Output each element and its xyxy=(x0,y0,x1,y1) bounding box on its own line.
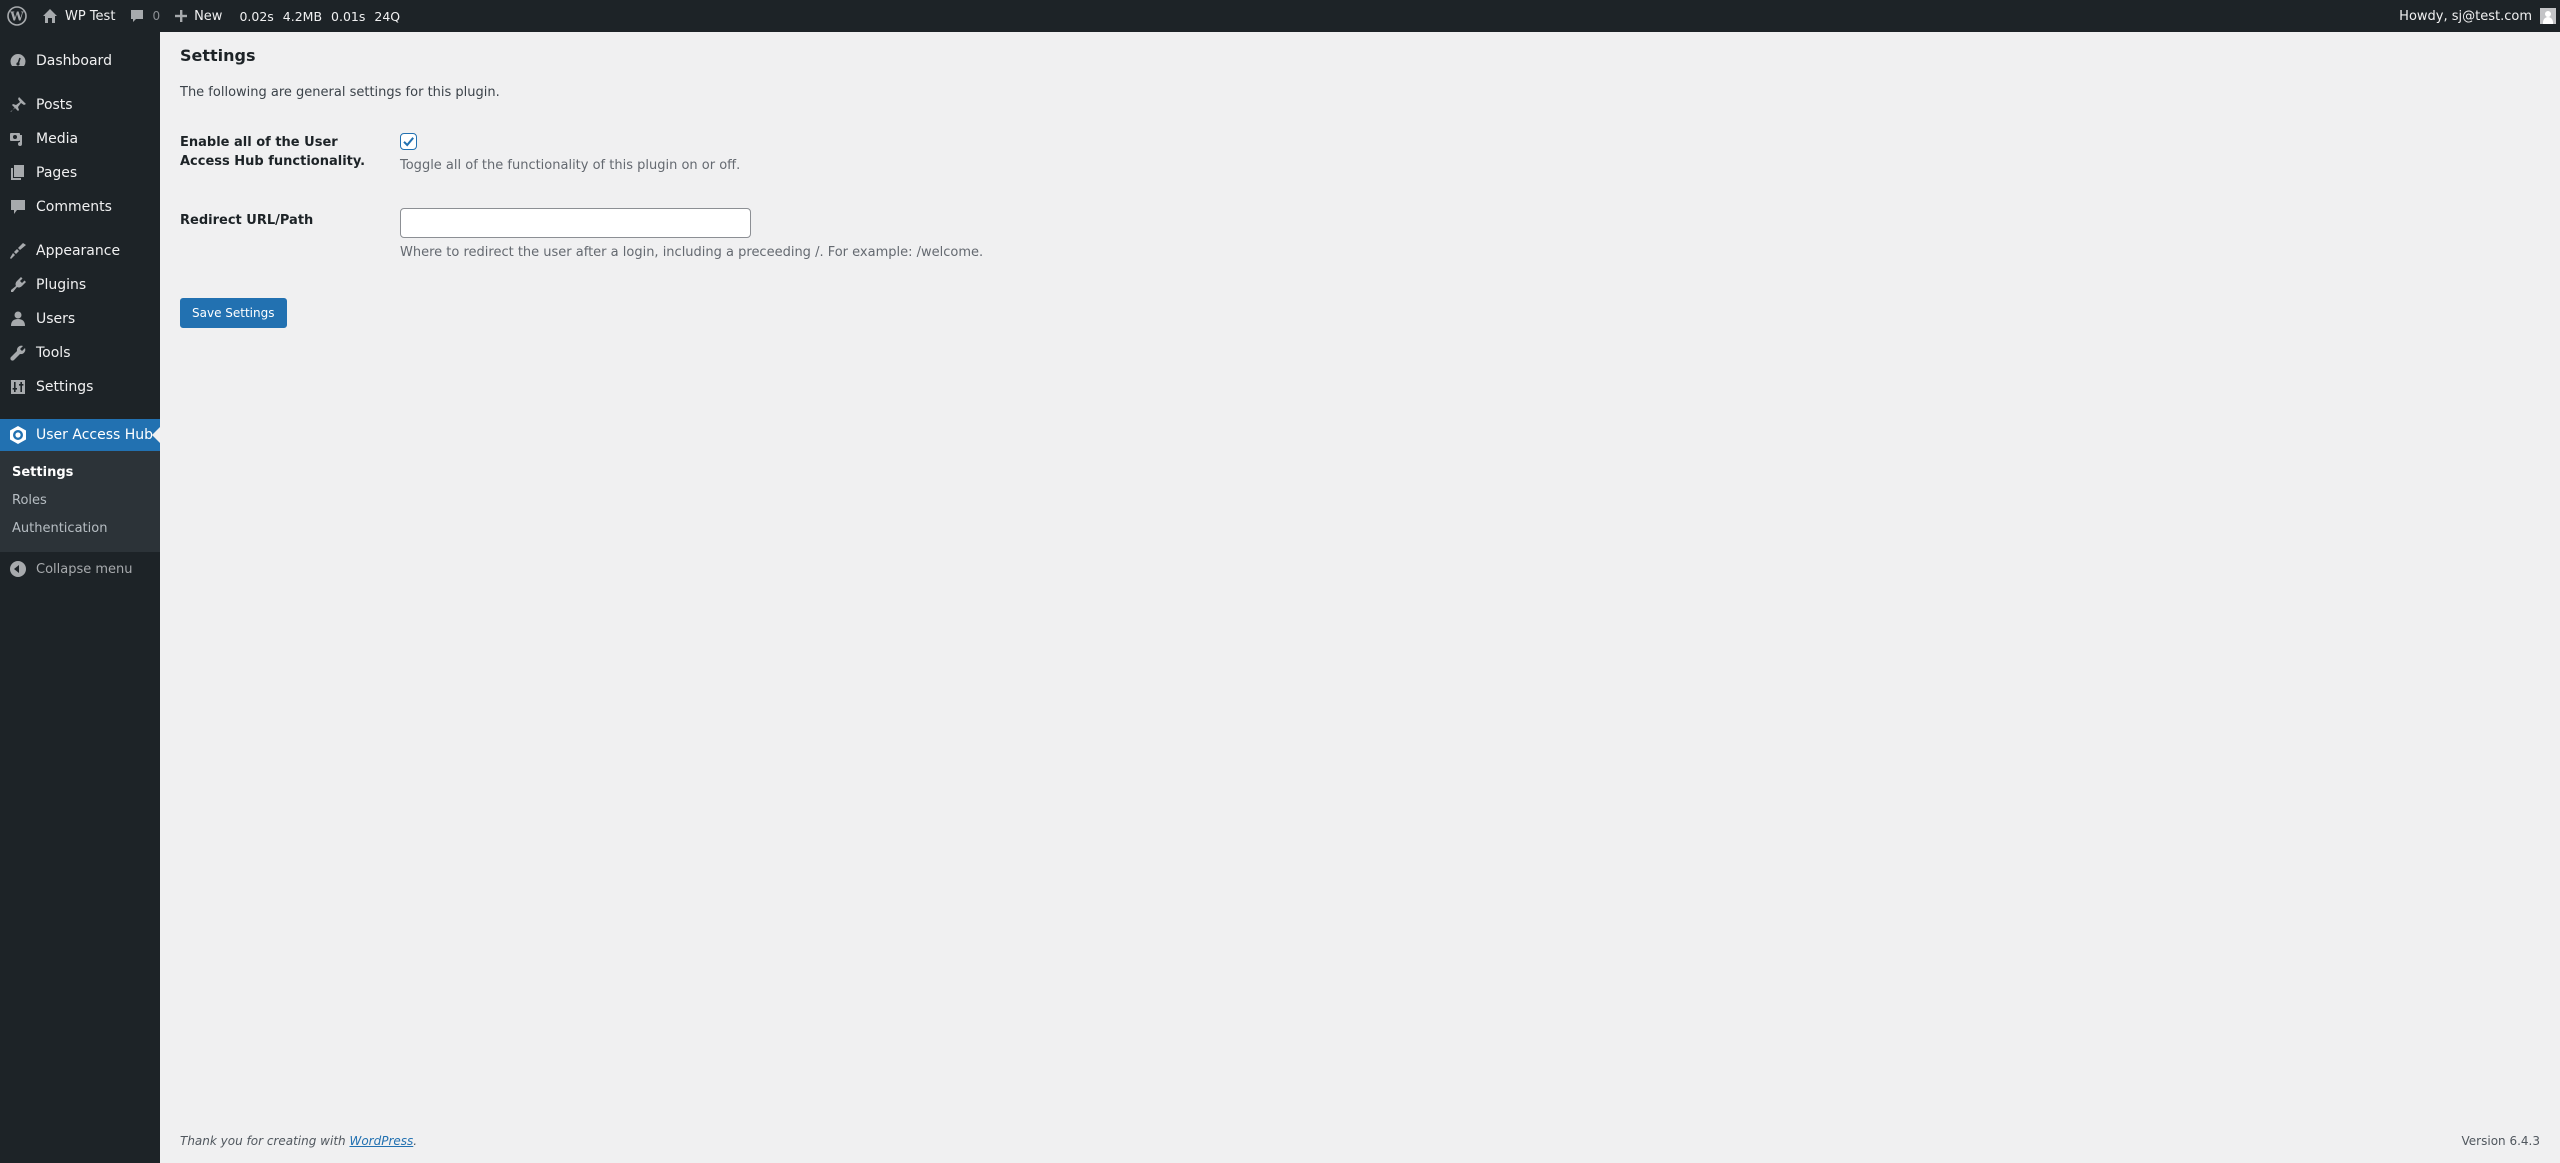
redirect-url-input[interactable] xyxy=(400,208,751,238)
sidebar-label: Posts xyxy=(36,97,73,113)
user-icon xyxy=(0,310,36,328)
wordpress-logo-menu[interactable]: W xyxy=(0,0,35,32)
sidebar-item-dashboard[interactable]: Dashboard xyxy=(0,44,160,78)
comments-count: 0 xyxy=(152,9,161,23)
collapse-menu-button[interactable]: Collapse menu xyxy=(0,552,160,586)
my-account-menu[interactable]: Howdy, sj@test.com xyxy=(2392,0,2560,32)
submenu-item-roles[interactable]: Roles xyxy=(12,493,47,508)
footer-version: Version 6.4.3 xyxy=(2461,1134,2540,1148)
site-name: WP Test xyxy=(65,8,116,24)
hexagon-icon xyxy=(0,425,36,445)
footer-thanks-prefix: Thank you for creating with xyxy=(180,1134,350,1148)
save-settings-button[interactable]: Save Settings xyxy=(180,298,287,328)
sidebar-item-tools[interactable]: Tools xyxy=(0,336,160,370)
sidebar-item-comments[interactable]: Comments xyxy=(0,190,160,224)
sidebar-label: User Access Hub xyxy=(36,427,154,443)
sidebar-item-user-access-hub[interactable]: User Access Hub xyxy=(0,419,160,451)
comment-icon xyxy=(0,198,36,216)
footer-thanks: Thank you for creating with WordPress. xyxy=(180,1134,417,1148)
sidebar-item-pages[interactable]: Pages xyxy=(0,156,160,190)
sidebar-label: Settings xyxy=(36,379,94,395)
sidebar-item-settings[interactable]: Settings xyxy=(0,370,160,404)
sidebar-item-plugins[interactable]: Plugins xyxy=(0,268,160,302)
wordpress-link[interactable]: WordPress xyxy=(349,1134,413,1148)
sliders-icon xyxy=(0,378,36,396)
comment-icon xyxy=(131,10,144,22)
qm-memory: 4.2MB xyxy=(282,8,323,24)
new-label: New xyxy=(194,8,223,24)
sidebar-label: Dashboard xyxy=(36,53,112,69)
wrench-icon xyxy=(0,344,36,362)
redirect-field-label: Redirect URL/Path xyxy=(180,213,314,228)
sidebar-label: Tools xyxy=(36,345,71,361)
enable-field-label: Enable all of the User Access Hub functi… xyxy=(180,135,366,169)
redirect-description: Where to redirect the user after a login… xyxy=(400,245,984,260)
paintbrush-icon xyxy=(0,242,36,260)
pin-icon xyxy=(0,96,36,114)
sidebar-item-appearance[interactable]: Appearance xyxy=(0,234,160,268)
sidebar-item-media[interactable]: Media xyxy=(0,122,160,156)
enable-description: Toggle all of the functionality of this … xyxy=(400,158,741,173)
sidebar-label: Plugins xyxy=(36,277,87,293)
svg-text:W: W xyxy=(9,10,24,24)
sidebar-label: Pages xyxy=(36,165,78,181)
sidebar-label: Media xyxy=(36,131,79,147)
plus-icon xyxy=(175,10,188,22)
submenu-item-authentication[interactable]: Authentication xyxy=(12,521,107,536)
site-name-menu[interactable]: WP Test xyxy=(35,0,122,32)
page-title: Settings xyxy=(180,46,256,65)
greeting: Howdy, sj@test.com xyxy=(2399,8,2532,24)
collapse-menu-label: Collapse menu xyxy=(36,561,133,577)
sidebar-label: Users xyxy=(36,311,76,327)
footer-thanks-suffix: . xyxy=(413,1134,418,1148)
sidebar-item-posts[interactable]: Posts xyxy=(0,88,160,122)
qm-queries: 24Q xyxy=(374,8,401,24)
avatar xyxy=(2540,8,2556,24)
submenu-item-settings[interactable]: Settings xyxy=(12,465,73,480)
comments-menu[interactable]: 0 xyxy=(122,0,167,32)
enable-checkbox[interactable] xyxy=(400,133,417,150)
collapse-arrow-icon xyxy=(10,561,26,577)
new-content-menu[interactable]: New xyxy=(167,0,229,32)
plugin-icon xyxy=(0,276,36,294)
media-icon xyxy=(0,130,36,148)
sidebar-label: Comments xyxy=(36,199,112,215)
query-monitor-menu[interactable]: 0.02s 4.2MB 0.01s 24Q xyxy=(229,0,407,32)
admin-sidebar: Dashboard Posts Media Pages Comments App… xyxy=(0,32,160,1163)
checkmark-icon xyxy=(403,137,414,147)
sidebar-label: Appearance xyxy=(36,243,121,259)
home-icon xyxy=(43,9,57,23)
wordpress-logo-icon: W xyxy=(7,6,27,26)
submenu-user-access-hub: Settings Roles Authentication xyxy=(0,451,160,552)
pages-icon xyxy=(0,164,36,182)
admin-bar: W WP Test 0 New 0.02s 4.2MB 0.01s 24Q Ho… xyxy=(0,0,2560,32)
intro-text: The following are general settings for t… xyxy=(180,85,500,100)
qm-time: 0.02s xyxy=(239,8,274,24)
qm-db-time: 0.01s xyxy=(331,8,366,24)
sidebar-item-users[interactable]: Users xyxy=(0,302,160,336)
dashboard-icon xyxy=(0,52,36,70)
